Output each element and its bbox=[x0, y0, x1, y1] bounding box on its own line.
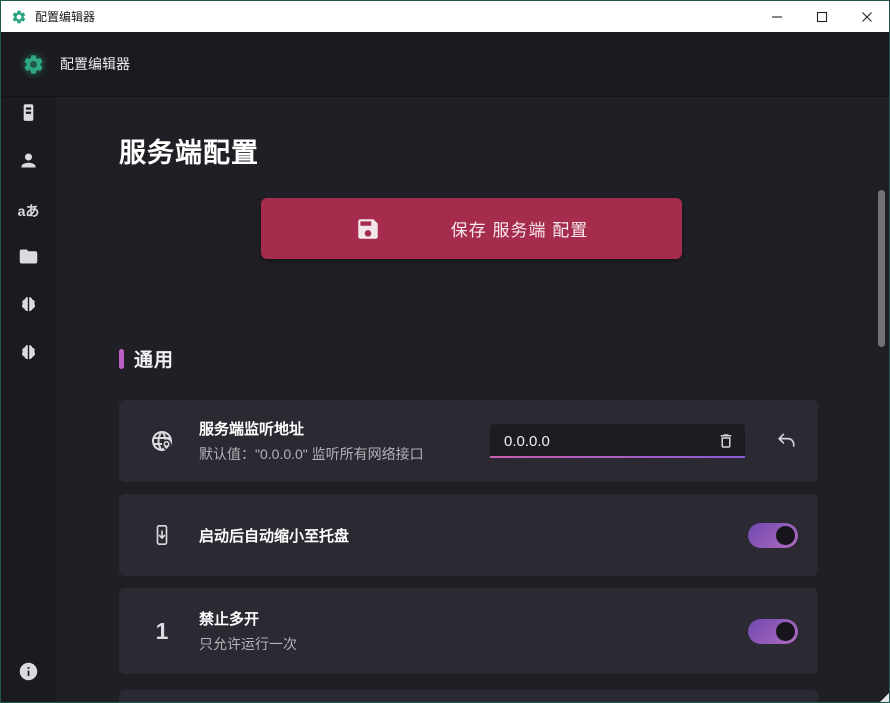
toggle-knob bbox=[776, 526, 795, 545]
brain-icon bbox=[18, 342, 39, 368]
language-icon: aあ bbox=[18, 201, 40, 221]
setting-description: 默认值："0.0.0.0" 监听所有网络接口 bbox=[199, 444, 424, 464]
section-title: 通用 bbox=[134, 345, 174, 372]
minimize-to-tray-toggle[interactable] bbox=[748, 523, 798, 548]
server-icon bbox=[18, 102, 39, 128]
setting-card-partial bbox=[119, 690, 818, 702]
phone-minimize-icon bbox=[149, 523, 175, 547]
app-header-gear-icon bbox=[22, 53, 45, 76]
user-icon bbox=[18, 150, 39, 176]
brain-icon bbox=[18, 294, 39, 320]
save-button-label: 保存 服务端 配置 bbox=[451, 216, 588, 241]
setting-card-listen-address: 服务端监听地址 默认值："0.0.0.0" 监听所有网络接口 bbox=[119, 400, 818, 482]
setting-title: 启动后自动缩小至托盘 bbox=[199, 525, 349, 546]
sidebar-item-folder[interactable] bbox=[1, 235, 56, 283]
sidebar-item-server[interactable] bbox=[1, 91, 56, 139]
setting-description: 只允许运行一次 bbox=[199, 634, 297, 654]
main-content: 服务端配置 保存 服务端 配置 通用 服务端监听地址 默认值："0.0.0.0" bbox=[56, 97, 889, 702]
app-window: 配置编辑器 配置编辑器 bbox=[0, 0, 890, 703]
sidebar: aあ bbox=[1, 97, 56, 702]
sidebar-item-brain-2[interactable] bbox=[1, 331, 56, 379]
reset-value-button[interactable] bbox=[775, 430, 798, 453]
setting-card-minimize-to-tray: 启动后自动缩小至托盘 bbox=[119, 494, 818, 576]
toggle-knob bbox=[776, 622, 795, 641]
minimize-button[interactable] bbox=[754, 1, 799, 32]
numeral-one-icon: 1 bbox=[149, 618, 175, 645]
setting-card-single-instance: 1 禁止多开 只允许运行一次 bbox=[119, 588, 818, 674]
titlebar: 配置编辑器 bbox=[1, 1, 889, 32]
sidebar-item-about[interactable] bbox=[1, 654, 56, 694]
sidebar-item-brain-1[interactable] bbox=[1, 283, 56, 331]
app-gear-icon bbox=[11, 9, 27, 25]
input-accent-underline bbox=[490, 456, 745, 458]
maximize-button[interactable] bbox=[799, 1, 844, 32]
sidebar-item-language[interactable]: aあ bbox=[1, 187, 56, 235]
window-title: 配置编辑器 bbox=[35, 8, 95, 25]
listen-address-field bbox=[490, 424, 745, 458]
globe-location-icon bbox=[149, 429, 175, 453]
vertical-scrollbar-thumb[interactable] bbox=[878, 190, 885, 347]
save-floppy-icon bbox=[355, 216, 381, 242]
undo-icon bbox=[775, 430, 798, 453]
trash-icon bbox=[717, 432, 735, 450]
info-icon bbox=[18, 661, 39, 687]
window-controls bbox=[754, 1, 889, 32]
app-title: 配置编辑器 bbox=[60, 54, 130, 74]
section-general: 通用 bbox=[119, 345, 818, 372]
page-title: 服务端配置 bbox=[119, 131, 818, 170]
save-server-config-button[interactable]: 保存 服务端 配置 bbox=[261, 198, 682, 259]
setting-title: 服务端监听地址 bbox=[199, 418, 424, 439]
window-resize-grip[interactable] bbox=[880, 693, 889, 702]
listen-address-input[interactable] bbox=[490, 433, 717, 450]
section-accent-bar bbox=[119, 349, 124, 369]
sidebar-item-user[interactable] bbox=[1, 139, 56, 187]
single-instance-toggle[interactable] bbox=[748, 619, 798, 644]
app-header: 配置编辑器 bbox=[1, 32, 889, 97]
folder-icon bbox=[18, 246, 39, 272]
setting-title: 禁止多开 bbox=[199, 608, 297, 629]
close-button[interactable] bbox=[844, 1, 889, 32]
clear-input-button[interactable] bbox=[717, 432, 735, 450]
